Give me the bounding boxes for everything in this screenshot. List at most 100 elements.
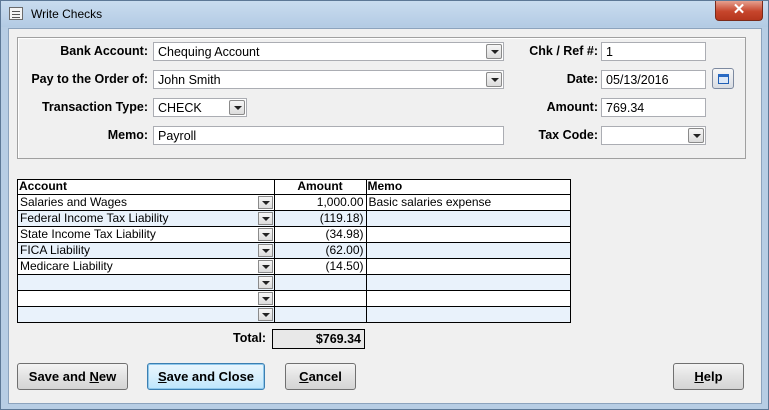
total-label: Total: <box>233 331 267 345</box>
account-cell[interactable]: Federal Income Tax Liability <box>18 210 275 227</box>
chevron-down-icon[interactable] <box>257 307 273 321</box>
save-and-new-label-post: ew <box>98 369 117 384</box>
chevron-down-icon[interactable] <box>257 195 273 209</box>
total-value: $769.34 <box>272 329 365 349</box>
memo-input[interactable]: Payroll <box>153 126 504 145</box>
table-row: State Income Tax Liability (34.98) <box>18 226 570 243</box>
chevron-down-icon[interactable] <box>257 275 273 289</box>
help-button[interactable]: Help <box>673 363 744 390</box>
table-row: Federal Income Tax Liability (119.18) <box>18 210 570 227</box>
amount-label: Amount: <box>546 100 598 114</box>
pay-to-select[interactable]: John Smith <box>153 70 504 89</box>
help-label-accel: H <box>694 369 704 384</box>
cancel-label-accel: C <box>299 369 309 384</box>
chevron-down-icon[interactable] <box>229 100 245 115</box>
table-row: Salaries and Wages 1,000.00 Basic salari… <box>18 194 570 211</box>
chevron-down-icon[interactable] <box>486 72 502 87</box>
memo-cell[interactable] <box>366 290 570 307</box>
amount-cell[interactable] <box>274 306 367 322</box>
amount-cell[interactable]: (34.98) <box>274 226 367 243</box>
split-grid: Account Amount Memo Salaries and Wages 1… <box>17 179 571 323</box>
save-and-close-label-post: ave and Close <box>166 369 255 384</box>
account-cell-text: Federal Income Tax Liability <box>20 210 169 225</box>
bank-account-value: Chequing Account <box>158 45 260 59</box>
memo-value: Payroll <box>158 129 197 143</box>
account-cell-text: FICA Liability <box>20 242 91 257</box>
pay-to-value: John Smith <box>158 73 221 87</box>
chevron-down-icon[interactable] <box>257 259 273 273</box>
memo-cell[interactable] <box>366 274 570 291</box>
account-cell[interactable] <box>18 290 275 307</box>
tax-code-label: Tax Code: <box>538 128 599 142</box>
save-and-new-label-accel: N <box>89 369 99 384</box>
chevron-down-icon[interactable] <box>688 128 704 143</box>
amount-cell[interactable] <box>274 290 367 307</box>
memo-cell[interactable] <box>366 306 570 322</box>
amount-cell[interactable]: 1,000.00 <box>274 194 367 211</box>
chk-ref-value: 1 <box>606 45 613 59</box>
amount-column-header[interactable]: Amount <box>274 180 367 195</box>
checkbook-icon <box>9 7 23 20</box>
chk-ref-label: Chk / Ref #: <box>529 44 598 58</box>
calendar-button[interactable] <box>712 68 734 89</box>
account-cell[interactable]: Medicare Liability <box>18 258 275 275</box>
transaction-type-value: CHECK <box>158 101 202 115</box>
amount-cell[interactable]: (62.00) <box>274 242 367 259</box>
account-cell[interactable]: State Income Tax Liability <box>18 226 275 243</box>
amount-cell[interactable]: (119.18) <box>274 210 367 227</box>
write-checks-window: Write Checks ✕ Bank Account: Pay to the … <box>0 0 769 410</box>
transaction-type-select[interactable]: CHECK <box>153 98 247 117</box>
title-bar[interactable]: Write Checks ✕ <box>1 1 768 27</box>
pay-to-label: Pay to the Order of: <box>31 72 148 86</box>
bank-account-label: Bank Account: <box>60 44 148 58</box>
memo-cell[interactable] <box>366 258 570 275</box>
amount-cell[interactable]: (14.50) <box>274 258 367 275</box>
amount-input[interactable]: 769.34 <box>601 98 706 117</box>
bank-account-select[interactable]: Chequing Account <box>153 42 504 61</box>
account-cell[interactable]: FICA Liability <box>18 242 275 259</box>
date-label: Date: <box>566 72 598 86</box>
save-and-close-label-accel: S <box>157 369 167 384</box>
memo-cell[interactable] <box>366 242 570 259</box>
dialog-body: Bank Account: Pay to the Order of: Trans… <box>8 28 762 404</box>
account-column-header[interactable]: Account <box>18 180 275 195</box>
help-label-post: elp <box>703 369 723 384</box>
transaction-type-label: Transaction Type: <box>41 100 148 114</box>
table-row <box>18 274 570 291</box>
chevron-down-icon[interactable] <box>257 227 273 241</box>
amount-cell[interactable] <box>274 274 367 291</box>
account-cell[interactable]: Salaries and Wages <box>18 194 275 211</box>
cancel-label-post: ancel <box>308 369 342 384</box>
account-cell-text: Salaries and Wages <box>20 194 127 209</box>
account-cell[interactable] <box>18 306 275 322</box>
chevron-down-icon[interactable] <box>257 211 273 225</box>
memo-column-header[interactable]: Memo <box>366 180 570 195</box>
memo-cell[interactable] <box>366 226 570 243</box>
account-cell-text: Medicare Liability <box>20 258 113 273</box>
save-and-close-button[interactable]: Save and Close <box>147 363 265 390</box>
account-cell[interactable] <box>18 274 275 291</box>
check-header-group: Bank Account: Pay to the Order of: Trans… <box>17 37 746 159</box>
cancel-button[interactable]: Cancel <box>285 363 356 390</box>
calendar-icon <box>718 74 729 84</box>
table-row: FICA Liability (62.00) <box>18 242 570 259</box>
amount-value: 769.34 <box>606 101 645 115</box>
date-input[interactable]: 05/13/2016 <box>601 70 706 89</box>
save-and-new-label-pre: Save and <box>28 369 90 384</box>
chevron-down-icon[interactable] <box>257 291 273 305</box>
chevron-down-icon[interactable] <box>257 243 273 257</box>
chevron-down-icon[interactable] <box>486 44 502 59</box>
table-row: Medicare Liability (14.50) <box>18 258 570 275</box>
table-row <box>18 290 570 307</box>
memo-cell[interactable]: Basic salaries expense <box>366 194 570 211</box>
table-row <box>18 306 570 322</box>
memo-cell[interactable] <box>366 210 570 227</box>
tax-code-select[interactable] <box>601 126 706 145</box>
save-and-new-button[interactable]: Save and New <box>17 363 128 390</box>
close-button[interactable]: ✕ <box>715 1 763 21</box>
window-title: Write Checks <box>31 7 103 21</box>
account-cell-text: State Income Tax Liability <box>20 226 156 241</box>
date-value: 05/13/2016 <box>606 73 669 87</box>
memo-label: Memo: <box>107 128 148 142</box>
chk-ref-input[interactable]: 1 <box>601 42 706 61</box>
